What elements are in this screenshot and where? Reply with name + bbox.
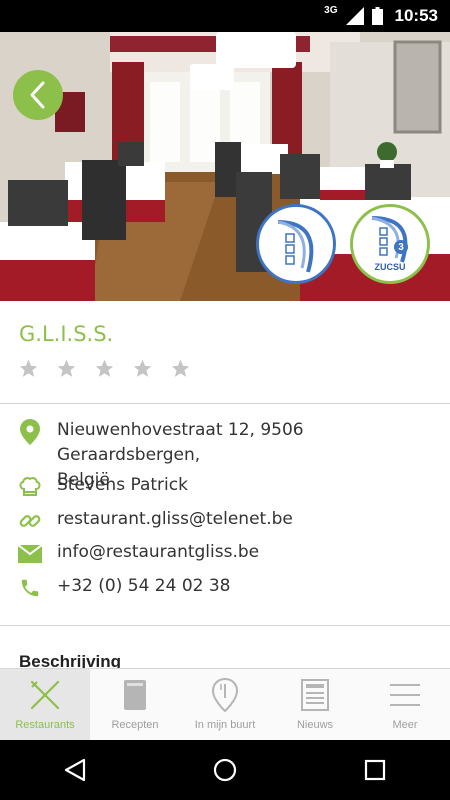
- triangle-back-icon: [64, 758, 86, 782]
- system-recents-button[interactable]: [345, 740, 405, 800]
- nav-label: Meer: [392, 719, 418, 731]
- quality-badge-2[interactable]: 3 ZUCSU: [350, 204, 430, 284]
- divider: [0, 625, 450, 626]
- website-link[interactable]: restaurant.gliss@telenet.be: [57, 507, 293, 532]
- chef-name: Stevens Patrick: [57, 475, 188, 495]
- system-home-button[interactable]: [195, 740, 255, 800]
- network-type: 3G: [324, 4, 338, 16]
- star-icon[interactable]: [94, 358, 115, 379]
- system-navigation: [0, 740, 450, 800]
- divider: [0, 403, 450, 404]
- chef-hat-icon: [18, 475, 42, 499]
- link-icon: [18, 509, 42, 533]
- map-pin-icon: [18, 419, 42, 445]
- website-row[interactable]: restaurant.gliss@telenet.be: [0, 507, 450, 535]
- back-button[interactable]: [13, 70, 63, 120]
- rating-stars[interactable]: [18, 358, 191, 379]
- phone-link[interactable]: +32 (0) 54 24 02 38: [57, 574, 231, 599]
- phone-row[interactable]: +32 (0) 54 24 02 38: [0, 574, 450, 602]
- phone-icon: [18, 576, 42, 600]
- quality-seal-icon: [277, 220, 314, 273]
- star-icon[interactable]: [56, 358, 77, 379]
- signal-icon: [345, 7, 364, 25]
- nav-label: Recepten: [111, 719, 159, 731]
- star-icon[interactable]: [132, 358, 153, 379]
- chevron-left-icon: [30, 81, 45, 109]
- map-pin-icon: [207, 677, 243, 713]
- fork-knife-icon: [27, 677, 63, 713]
- badge-label: ZUCSU: [374, 262, 406, 272]
- nav-label: Nieuws: [296, 719, 334, 731]
- clock: 10:53: [394, 6, 438, 25]
- nav-nieuws[interactable]: Nieuws: [270, 669, 360, 741]
- status-bar: 3G 10:53: [0, 0, 450, 32]
- circle-home-icon: [213, 758, 237, 782]
- nav-meer[interactable]: Meer: [360, 669, 450, 741]
- quality-badge-1[interactable]: [256, 204, 336, 284]
- badge-level: 3: [394, 240, 408, 254]
- status-icons: 3G 10:53: [324, 0, 438, 32]
- email-link[interactable]: info@restaurantgliss.be: [57, 540, 259, 565]
- nav-label: Restaurants: [15, 719, 75, 731]
- system-back-button[interactable]: [45, 740, 105, 800]
- chef-row: Stevens Patrick: [0, 473, 450, 501]
- nav-in-mijn-buurt[interactable]: In mijn buurt: [180, 669, 270, 741]
- square-recents-icon: [364, 759, 386, 781]
- newspaper-icon: [297, 677, 333, 713]
- book-icon: [117, 677, 153, 713]
- bottom-navigation: Restaurants Recepten In mijn buurt Nieuw…: [0, 668, 450, 741]
- nav-recepten[interactable]: Recepten: [90, 669, 180, 741]
- address-row[interactable]: Nieuwenhovestraat 12, 9506 Geraardsberge…: [0, 418, 450, 490]
- address-line-1: Nieuwenhovestraat 12, 9506 Geraardsberge…: [57, 420, 304, 465]
- mail-icon: [18, 542, 42, 566]
- nav-restaurants[interactable]: Restaurants: [0, 669, 90, 741]
- battery-icon: [371, 7, 383, 25]
- restaurant-photo: 3 ZUCSU: [0, 32, 450, 301]
- nav-label: In mijn buurt: [194, 719, 256, 731]
- star-icon[interactable]: [18, 358, 39, 379]
- restaurant-name: G.L.I.S.S.: [19, 322, 114, 346]
- menu-icon: [387, 677, 423, 713]
- email-row[interactable]: info@restaurantgliss.be: [0, 540, 450, 568]
- star-icon[interactable]: [170, 358, 191, 379]
